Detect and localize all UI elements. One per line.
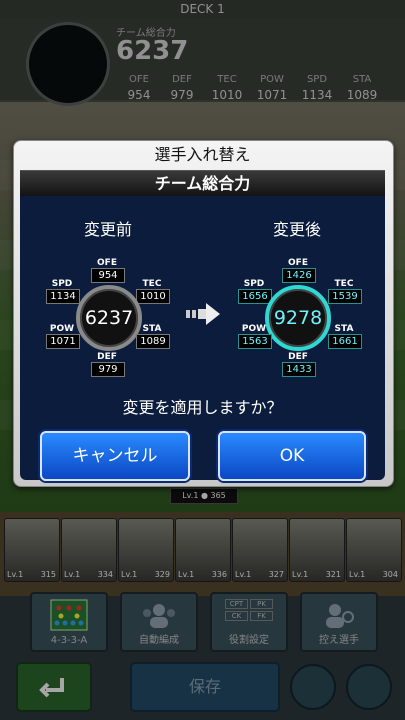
dialog-title: 選手入れ替え xyxy=(154,145,251,164)
before-total-orb: 6237 xyxy=(76,285,142,351)
before-sta-label: STA xyxy=(142,324,162,334)
after-spd-value: 1656 xyxy=(238,289,272,304)
before-ofe-value: 954 xyxy=(91,268,125,283)
before-title: 変更前 xyxy=(83,220,132,239)
before-spd-label: SPD xyxy=(51,279,73,289)
before-pow-value: 1071 xyxy=(46,334,80,349)
dialog-subheader: チーム総合力 xyxy=(20,170,385,197)
after-sta-label: STA xyxy=(334,324,354,334)
before-ofe-label: OFE xyxy=(97,258,117,268)
after-sta-value: 1661 xyxy=(328,334,362,349)
after-ofe-value: 1426 xyxy=(282,268,316,283)
after-def-label: DEF xyxy=(288,352,308,362)
after-total-orb: 9278 xyxy=(265,285,331,351)
after-tec-label: TEC xyxy=(334,279,354,289)
after-tec-value: 1539 xyxy=(328,289,362,304)
ok-button[interactable]: OK xyxy=(218,431,366,481)
after-ofe-label: OFE xyxy=(288,258,308,268)
before-def-value: 979 xyxy=(91,362,125,377)
cancel-button[interactable]: キャンセル xyxy=(40,431,190,481)
after-pow-label: POW xyxy=(241,324,267,334)
before-sta-value: 1089 xyxy=(136,334,170,349)
after-title: 変更後 xyxy=(272,220,321,239)
before-def-label: DEF xyxy=(97,352,117,362)
before-tec-label: TEC xyxy=(142,279,162,289)
before-tec-value: 1010 xyxy=(136,289,170,304)
after-pow-value: 1563 xyxy=(238,334,272,349)
before-pow-label: POW xyxy=(49,324,75,334)
after-def-value: 1433 xyxy=(282,362,316,377)
before-spd-value: 1134 xyxy=(46,289,80,304)
after-spd-label: SPD xyxy=(243,279,265,289)
arrow-right-icon xyxy=(186,303,220,325)
confirm-question: 変更を適用しますか？ xyxy=(122,398,283,417)
